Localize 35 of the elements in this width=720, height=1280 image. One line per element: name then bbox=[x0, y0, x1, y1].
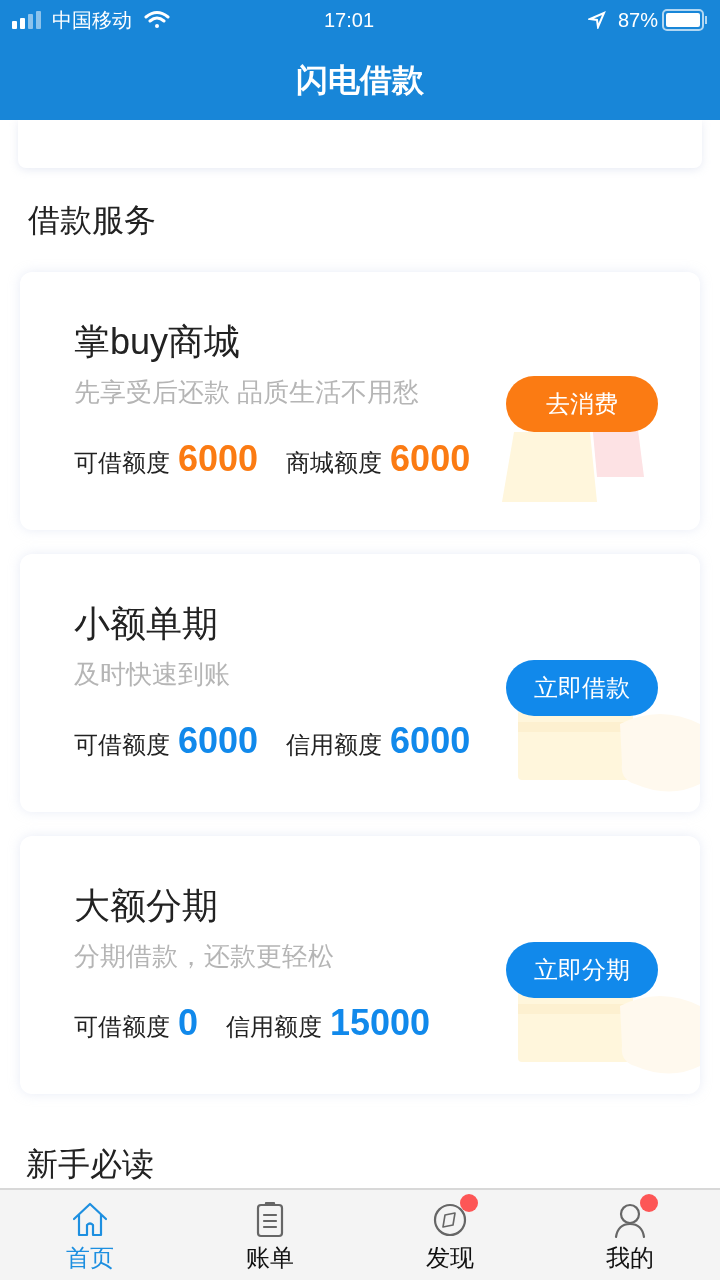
limit-value: 15000 bbox=[330, 1001, 431, 1045]
action-button[interactable]: 立即分期 bbox=[506, 942, 658, 998]
page-title: 闪电借款 bbox=[296, 61, 424, 100]
limit-value: 6000 bbox=[178, 437, 259, 481]
limit-value: 6000 bbox=[390, 719, 471, 763]
limit-label: 商城额度 bbox=[286, 448, 383, 478]
carrier-name: 中国移动 bbox=[52, 8, 132, 33]
limit-label: 可借额度 bbox=[74, 448, 170, 478]
card-title: 大额分期 bbox=[74, 884, 218, 928]
limit-label: 可借额度 bbox=[74, 730, 170, 760]
limit-value: 6000 bbox=[178, 719, 259, 763]
wifi-icon bbox=[144, 10, 170, 30]
limit-value: 6000 bbox=[390, 437, 471, 481]
battery-percent: 87% bbox=[617, 8, 658, 33]
tab-item[interactable]: 发现 bbox=[360, 1190, 540, 1280]
signal-icon bbox=[12, 11, 44, 29]
limit-label: 信用额度 bbox=[226, 1012, 323, 1042]
card-title: 掌buy商城 bbox=[74, 320, 241, 364]
limit-label: 可借额度 bbox=[74, 1012, 170, 1042]
section-title: 新手必读 bbox=[26, 1145, 155, 1184]
card-subtitle: 分期借款，还款更轻松 bbox=[74, 940, 334, 973]
limit-value: 0 bbox=[178, 1001, 199, 1045]
clock-time: 17:01 bbox=[322, 8, 375, 33]
card-title: 小额单期 bbox=[74, 602, 218, 646]
battery-icon bbox=[662, 9, 708, 31]
location-arrow-icon bbox=[587, 11, 606, 29]
tab-item[interactable]: 我的 bbox=[540, 1190, 720, 1280]
tab-item[interactable]: 账单 bbox=[180, 1190, 360, 1280]
limit-label: 信用额度 bbox=[286, 730, 383, 760]
action-button[interactable]: 去消费 bbox=[506, 376, 658, 432]
tab-item[interactable]: 首页 bbox=[0, 1190, 180, 1280]
card-subtitle: 及时快速到账 bbox=[74, 658, 230, 691]
card-subtitle: 先享受后还款 品质生活不用愁 bbox=[74, 376, 420, 409]
section-title: 借款服务 bbox=[28, 201, 157, 240]
action-button[interactable]: 立即借款 bbox=[506, 660, 658, 716]
